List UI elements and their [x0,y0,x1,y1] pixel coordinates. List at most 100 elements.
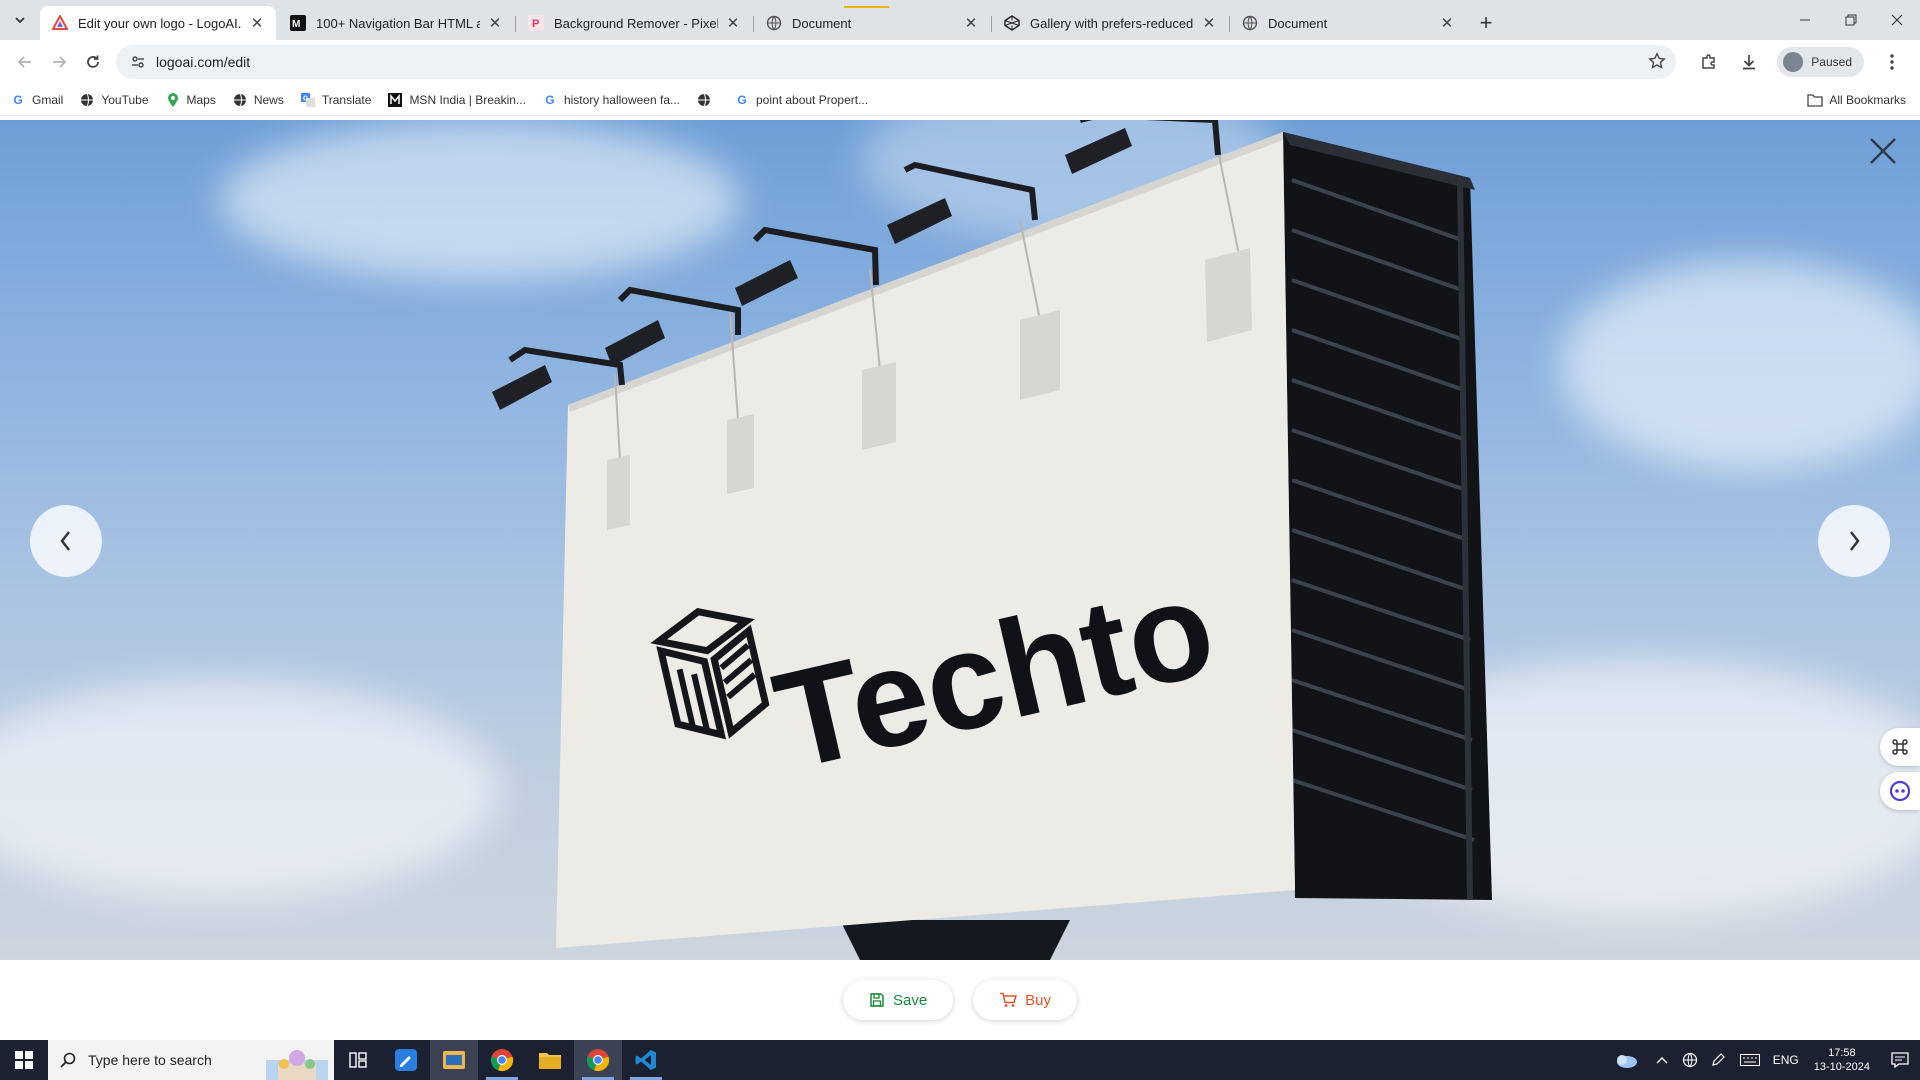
buy-button[interactable]: Buy [973,980,1078,1020]
plus-icon: + [1479,10,1493,35]
tab-title: Document [792,15,852,31]
address-bar[interactable]: logoai.com/edit [116,45,1676,79]
back-button[interactable] [8,45,42,79]
show-hidden-icons[interactable] [1648,1056,1676,1064]
windows-icon [15,1051,33,1069]
bookmark-label: YouTube [101,92,149,107]
translate-icon: G [300,92,316,108]
tab-logoai[interactable]: Edit your own logo - LogoAI.com ✕ [40,6,276,40]
reload-icon [87,55,99,68]
tab-document-1[interactable]: Document ✕ [754,6,992,40]
bookmark-point-about-property[interactable]: G point about Propert... [734,92,868,108]
profile-status: Paused [1811,55,1852,69]
minimize-button[interactable] [1782,0,1828,40]
bookmark-news[interactable]: News [232,92,284,108]
bookmark-gmail[interactable]: G Gmail [10,92,63,108]
folder-icon [1807,92,1823,108]
folder-icon [539,1053,561,1069]
tab-navigation-bar[interactable]: M 100+ Navigation Bar HTML and CSS ✕ [278,6,516,40]
bookmark-youtube[interactable]: YouTube [79,92,149,108]
close-window-button[interactable] [1874,0,1920,40]
avatar [1783,52,1804,72]
paint-app-icon [395,1049,417,1071]
previous-mockup-button[interactable] [30,505,102,577]
taskbar-clock[interactable]: 17:58 13-10-2024 [1804,1046,1880,1074]
close-preview-button[interactable] [1866,134,1900,168]
all-bookmarks-button[interactable]: All Bookmarks [1807,92,1906,108]
bookmark-msn[interactable]: MSN India | Breakin... [387,92,526,108]
close-tab-icon[interactable]: ✕ [962,14,980,32]
puzzle-icon [1702,54,1716,69]
taskbar-search[interactable]: Type here to search [48,1040,334,1080]
taskbar-app-file-explorer[interactable] [526,1040,574,1080]
minimize-icon [1800,19,1810,21]
bookmark-label: point about Propert... [756,92,869,107]
bookmark-maps[interactable]: Maps [165,92,216,108]
weather-icon[interactable] [1604,1051,1648,1069]
medium-icon: M [290,15,306,31]
taskbar-app-vscode[interactable] [622,1040,670,1080]
globe-icon [1242,15,1258,31]
bookmark-label: Translate [321,92,372,107]
pixelcut-icon: P [528,15,544,31]
google-icon: G [13,92,23,107]
language-indicator[interactable]: ENG [1768,1053,1804,1067]
system-tray: ENG 17:58 13-10-2024 [1604,1040,1920,1080]
bookmark-globe[interactable] [696,92,718,108]
close-tab-icon[interactable]: ✕ [1438,14,1456,32]
site-settings-icon[interactable] [126,54,150,70]
taskbar-app-paint[interactable] [382,1040,430,1080]
chevron-left-icon [60,531,70,551]
cart-icon [1000,992,1018,1007]
window-controls [1782,0,1920,40]
clock-date: 13-10-2024 [1813,1061,1870,1073]
close-icon [1891,14,1903,26]
close-tab-icon[interactable]: ✕ [1200,14,1218,32]
downloads-button[interactable] [1729,45,1769,79]
forward-button[interactable] [42,45,76,79]
google-icon: G [737,92,747,107]
taskbar-app-chrome-profile[interactable] [574,1040,622,1080]
task-view-button[interactable] [334,1040,382,1080]
extensions-button[interactable] [1689,45,1729,79]
tab-gallery[interactable]: Gallery with prefers-reduced-motion ✕ [992,6,1230,40]
url-text[interactable]: logoai.com/edit [156,54,1648,70]
browser-toolbar: logoai.com/edit Paused [0,40,1920,84]
more-vertical-icon [1890,54,1894,70]
bookmark-label: history halloween fa... [563,92,680,107]
close-tab-icon[interactable]: ✕ [724,14,742,32]
bookmark-label: MSN India | Breakin... [409,92,526,107]
taskbar-app-control-panel[interactable] [430,1040,478,1080]
tab-pixelcut[interactable]: P Background Remover - Pixelcut ✕ [516,6,754,40]
reload-button[interactable] [76,45,110,79]
tab-title: 100+ Navigation Bar HTML and CSS [316,15,480,31]
chevron-right-icon [1850,531,1860,551]
clock-time: 17:58 [1828,1047,1856,1059]
profile-button[interactable]: Paused [1777,47,1864,77]
keyboard-icon[interactable] [1732,1054,1768,1066]
side-command-button[interactable] [1880,728,1920,766]
close-tab-icon[interactable]: ✕ [486,14,504,32]
menu-button[interactable] [1872,45,1912,79]
action-bar: Save Buy [0,960,1920,1040]
arrow-left-icon [17,56,31,68]
restore-button[interactable] [1828,0,1874,40]
tab-document-2[interactable]: Document ✕ [1230,6,1466,40]
globe-icon [232,92,248,108]
tab-search-button[interactable] [0,0,40,40]
globe-icon [766,15,782,31]
new-tab-button[interactable]: + [1468,6,1504,40]
notifications-button[interactable] [1880,1052,1920,1068]
side-assistant-button[interactable] [1880,772,1920,810]
taskbar-app-chrome[interactable] [478,1040,526,1080]
bookmark-translate[interactable]: G Translate [300,92,372,108]
tab-title: Edit your own logo - LogoAI.com [78,15,242,31]
pen-icon[interactable] [1704,1052,1732,1068]
save-button[interactable]: Save [842,980,954,1020]
bookmark-star-icon[interactable] [1648,51,1666,73]
start-button[interactable] [0,1040,48,1080]
bookmark-history-halloween[interactable]: G history halloween fa... [542,92,680,108]
next-mockup-button[interactable] [1818,505,1890,577]
network-globe-icon[interactable] [1676,1052,1704,1068]
close-tab-icon[interactable]: ✕ [248,14,266,32]
